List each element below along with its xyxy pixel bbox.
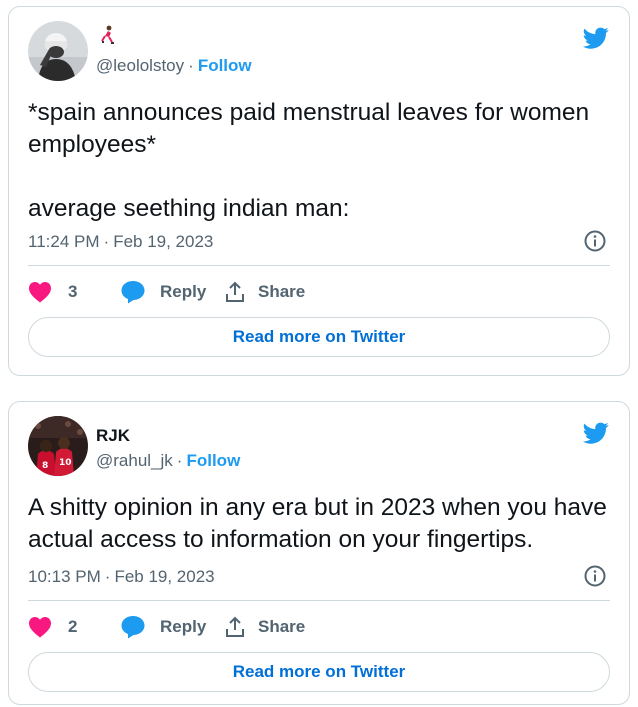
separator-dot: ·: [188, 56, 194, 75]
reply-label: Reply: [160, 282, 207, 301]
read-more-button[interactable]: Read more on Twitter: [28, 652, 610, 692]
like-count: 2: [68, 617, 78, 636]
info-icon[interactable]: [583, 564, 607, 588]
like-button[interactable]: 3: [28, 281, 77, 303]
avatar[interactable]: 8 10: [28, 416, 88, 476]
share-label: Share: [258, 282, 306, 301]
handle-line: @rahul_jk · Follow: [96, 451, 240, 471]
svg-text:10: 10: [59, 458, 72, 468]
follow-link[interactable]: Follow: [198, 56, 252, 75]
share-upload-icon: [226, 616, 244, 637]
user-handle[interactable]: @leololstoy: [96, 56, 184, 75]
separator-dot: ·: [176, 451, 183, 470]
divider: [28, 265, 610, 266]
tweet-text: *spain announces paid menstrual leaves f…: [28, 97, 609, 225]
tweet-time: 11:24 PM: [28, 232, 100, 251]
tweet-text: A shitty opinion in any era but in 2023 …: [28, 492, 609, 556]
separator-dot: ·: [104, 567, 111, 586]
action-bar: 3 Reply Share: [28, 277, 305, 307]
heart-icon: [29, 282, 51, 303]
reply-label: Reply: [160, 617, 207, 636]
like-count: 3: [68, 282, 78, 301]
heart-icon: [29, 617, 51, 638]
separator-dot: ·: [103, 232, 110, 251]
tweet-card: @leololstoy · Follow *spain announces paid…: [8, 6, 630, 376]
divider: [28, 600, 610, 601]
twitter-bird-icon[interactable]: [581, 420, 611, 446]
share-button[interactable]: Share: [224, 616, 305, 638]
share-upload-icon: [226, 281, 244, 302]
svg-text:8: 8: [42, 461, 48, 471]
tweet-card: 8 10 RJK @rahul_jk · Follow A shitty opini…: [8, 401, 630, 705]
tweet-timestamp[interactable]: 10:13 PM · Feb 19, 2023: [28, 567, 215, 587]
tweet-date: Feb 19, 2023: [113, 232, 214, 251]
runner-emoji-icon: [100, 25, 116, 50]
handle-line: @leololstoy · Follow: [96, 56, 252, 76]
share-label: Share: [258, 617, 306, 636]
action-bar: 2 Reply Share: [28, 612, 305, 642]
tweet-text-line: average seething indian man:: [28, 195, 350, 222]
display-name[interactable]: RJK: [96, 426, 130, 446]
avatar[interactable]: [28, 21, 88, 81]
tweet-timestamp[interactable]: 11:24 PM · Feb 19, 2023: [28, 232, 213, 252]
speech-bubble-icon: [121, 281, 145, 304]
share-button[interactable]: Share: [224, 281, 305, 303]
tweet-text-line: *spain announces paid menstrual leaves f…: [28, 99, 590, 158]
reply-button[interactable]: Reply: [120, 280, 206, 304]
follow-link[interactable]: Follow: [186, 451, 240, 470]
tweet-date: Feb 19, 2023: [114, 567, 215, 586]
twitter-bird-icon[interactable]: [581, 25, 611, 51]
reply-button[interactable]: Reply: [120, 615, 206, 639]
info-icon[interactable]: [583, 229, 607, 253]
tweet-text-line: A shitty opinion in any era but in 2023 …: [28, 494, 607, 553]
speech-bubble-icon: [121, 616, 145, 639]
tweet-time: 10:13 PM: [28, 567, 101, 586]
read-more-button[interactable]: Read more on Twitter: [28, 317, 610, 357]
like-button[interactable]: 2: [28, 616, 77, 638]
user-handle[interactable]: @rahul_jk: [96, 451, 173, 470]
